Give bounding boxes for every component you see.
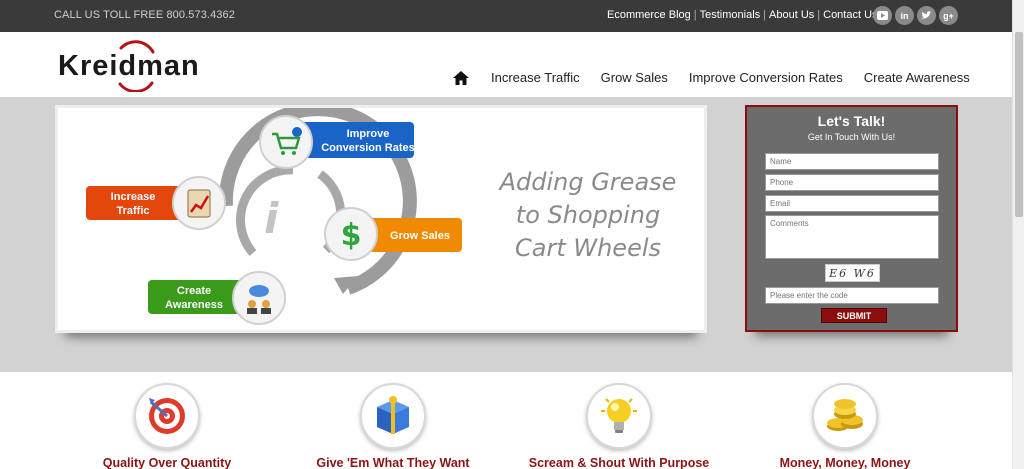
feature-title: Scream & Shout With Purpose [528,456,710,469]
top-link-testimonials[interactable]: Testimonials [700,9,761,21]
logo-text: Kreidman [58,50,200,82]
tagline-line-2: to Shopping [515,201,661,229]
page-scrollbar[interactable] [1012,0,1024,469]
aware-label-2: Awareness [165,299,223,311]
form-subtitle: Get In Touch With Us! [807,132,896,142]
improve-label-1: Improve [347,128,390,140]
home-icon[interactable] [453,70,469,85]
people-icon [232,271,286,325]
comments-textarea[interactable] [765,215,939,259]
hero-slider[interactable]: i Improve Conversion Rates Increase Traf… [55,102,707,333]
light-bulb-icon [601,398,637,433]
top-link-about-us[interactable]: About Us [769,9,814,21]
top-link-ecommerce-blog[interactable]: Ecommerce Blog [607,9,691,21]
google-plus-icon[interactable]: g+ [939,6,958,25]
top-link-contact-us[interactable]: Contact Us [823,9,877,21]
phone-input[interactable] [765,174,939,191]
improve-label-2: Conversion Rates [321,142,415,154]
cart-icon [259,115,313,169]
feature-give-em[interactable]: Give 'Em What They Want [293,383,493,469]
name-input[interactable] [765,153,939,170]
top-links: Ecommerce Blog | Testimonials | About Us… [607,9,878,21]
aware-label-1: Create [177,285,211,297]
tagline-line-1: Adding Grease [499,168,677,196]
scrollbar-thumb[interactable] [1015,32,1023,217]
nav-increase-traffic[interactable]: Increase Traffic [491,70,580,85]
tagline-line-3: Cart Wheels [514,234,661,262]
contact-form: Let's Talk! Get In Touch With Us! E6 W6 … [745,105,958,332]
captcha-image: E6 W6 [825,264,880,282]
hero-tagline: Adding Grease to Shopping Cart Wheels [488,166,688,265]
main-nav: Increase Traffic Grow Sales Improve Conv… [453,70,970,85]
feature-money[interactable]: Money, Money, Money [745,383,945,469]
nav-create-awareness[interactable]: Create Awareness [864,70,970,85]
top-bar: CALL US TOLL FREE 800.573.4362 Ecommerce… [0,0,1012,32]
email-input[interactable] [765,195,939,212]
youtube-icon[interactable] [873,6,892,25]
hero-section: i Improve Conversion Rates Increase Traf… [0,97,1012,372]
social-icons: in g+ [873,6,958,25]
toll-free-phone: CALL US TOLL FREE 800.573.4362 [54,9,235,21]
svg-text:$: $ [341,218,362,253]
site-header: Kreidman Increase Traffic Grow Sales Imp… [0,32,1012,97]
twitter-icon[interactable] [917,6,936,25]
traffic-label-1: Increase [111,191,156,203]
nav-grow-sales[interactable]: Grow Sales [601,70,668,85]
sales-label: Grow Sales [390,230,450,242]
feature-title: Quality Over Quantity [102,456,232,469]
traffic-label-2: Traffic [116,205,149,217]
submit-button[interactable]: SUBMIT [821,308,887,323]
features-row: Quality Over Quantity Give 'Em What They… [0,372,1012,469]
feature-quality[interactable]: Quality Over Quantity [67,383,267,469]
feature-scream-shout[interactable]: Scream & Shout With Purpose [519,383,719,469]
feature-title: Give 'Em What They Want [316,456,470,469]
info-icon: i [264,194,279,243]
captcha-code-input[interactable] [765,287,939,304]
feature-title: Money, Money, Money [779,456,911,469]
target-icon [149,398,185,434]
form-title: Let's Talk! [817,113,886,129]
gold-coins-icon [827,399,863,431]
gift-box-icon [377,396,409,434]
kreidman-logo[interactable]: Kreidman [58,40,233,92]
linkedin-icon[interactable]: in [895,6,914,25]
nav-improve-conversion-rates[interactable]: Improve Conversion Rates [689,70,843,85]
